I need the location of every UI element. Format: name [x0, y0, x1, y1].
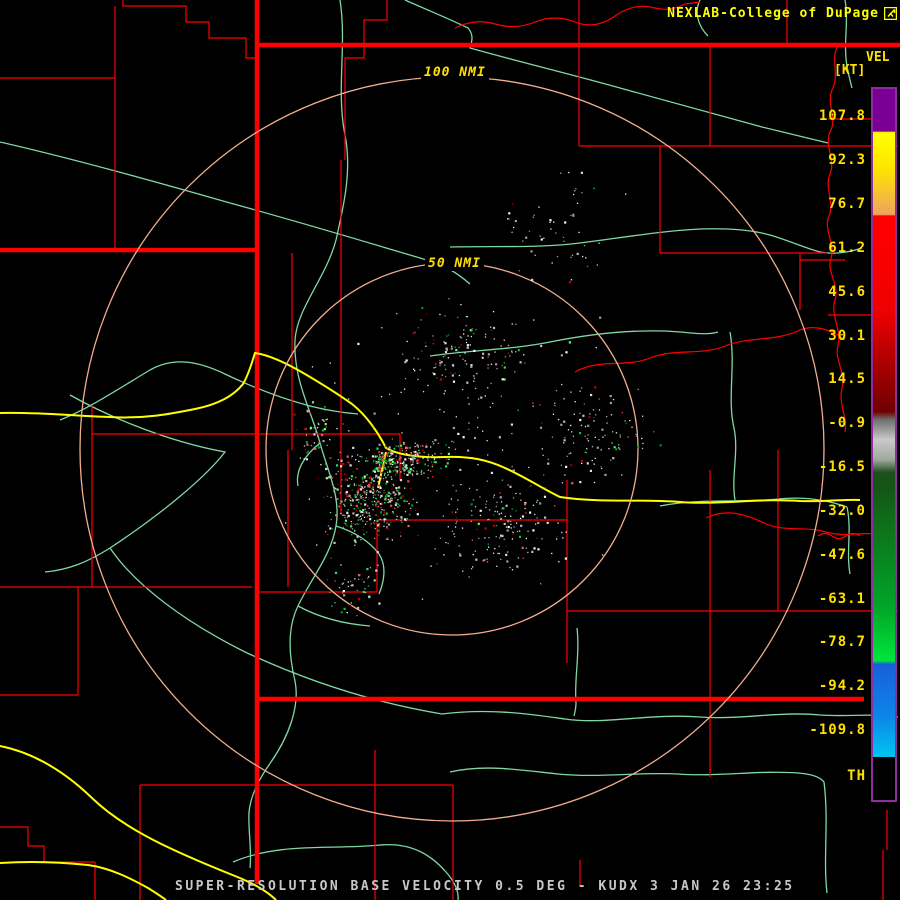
radar-display: 100 NMI 50 NMI NEXLAB-College of DuPage … [0, 0, 900, 900]
colorbar-tick: -16.5 [818, 459, 866, 475]
colorbar-tick: 92.3 [828, 152, 866, 168]
product-title: SUPER-RESOLUTION BASE VELOCITY 0.5 DEG -… [175, 879, 795, 894]
colorbar-tick: 107.8 [818, 108, 866, 124]
colorbar-tick: -47.6 [818, 547, 866, 563]
colorbar-title: VEL [866, 50, 890, 65]
colorbar-tick: -63.1 [818, 591, 866, 607]
colorbar-tick: 76.7 [828, 196, 866, 212]
colorbar-tick: -0.9 [828, 415, 866, 431]
colorbar-tick: -94.2 [818, 678, 866, 694]
county-lines [0, 0, 898, 900]
colorbar-units: [KT] [834, 63, 866, 78]
colorbar-tick: -78.7 [818, 634, 866, 650]
highway-lines [0, 351, 861, 900]
range-ring-label-50nmi: 50 NMI [425, 256, 484, 271]
cod-logo-icon [884, 7, 897, 20]
colorbar-tick: 61.2 [828, 240, 866, 256]
map-canvas [0, 0, 900, 900]
colorbar-tick: 14.5 [828, 371, 866, 387]
colorbar-tick: -109.8 [809, 722, 866, 738]
colorbar-threshold-label: TH [847, 768, 866, 784]
brand-text: NEXLAB-College of DuPage [667, 6, 879, 21]
range-ring-label-100nmi: 100 NMI [421, 65, 489, 80]
colorbar-tick: 45.6 [828, 284, 866, 300]
colorbar-tick: 30.1 [828, 328, 866, 344]
brand-bar: NEXLAB-College of DuPage [667, 6, 897, 21]
colorbar-gradient [873, 89, 895, 757]
range-rings [79, 76, 825, 822]
river-lines [0, 0, 899, 900]
colorbar-tick: -32.0 [818, 503, 866, 519]
velocity-colorbar [871, 87, 897, 802]
range-ring-100nmi [79, 76, 825, 822]
state-borders [0, 0, 900, 884]
